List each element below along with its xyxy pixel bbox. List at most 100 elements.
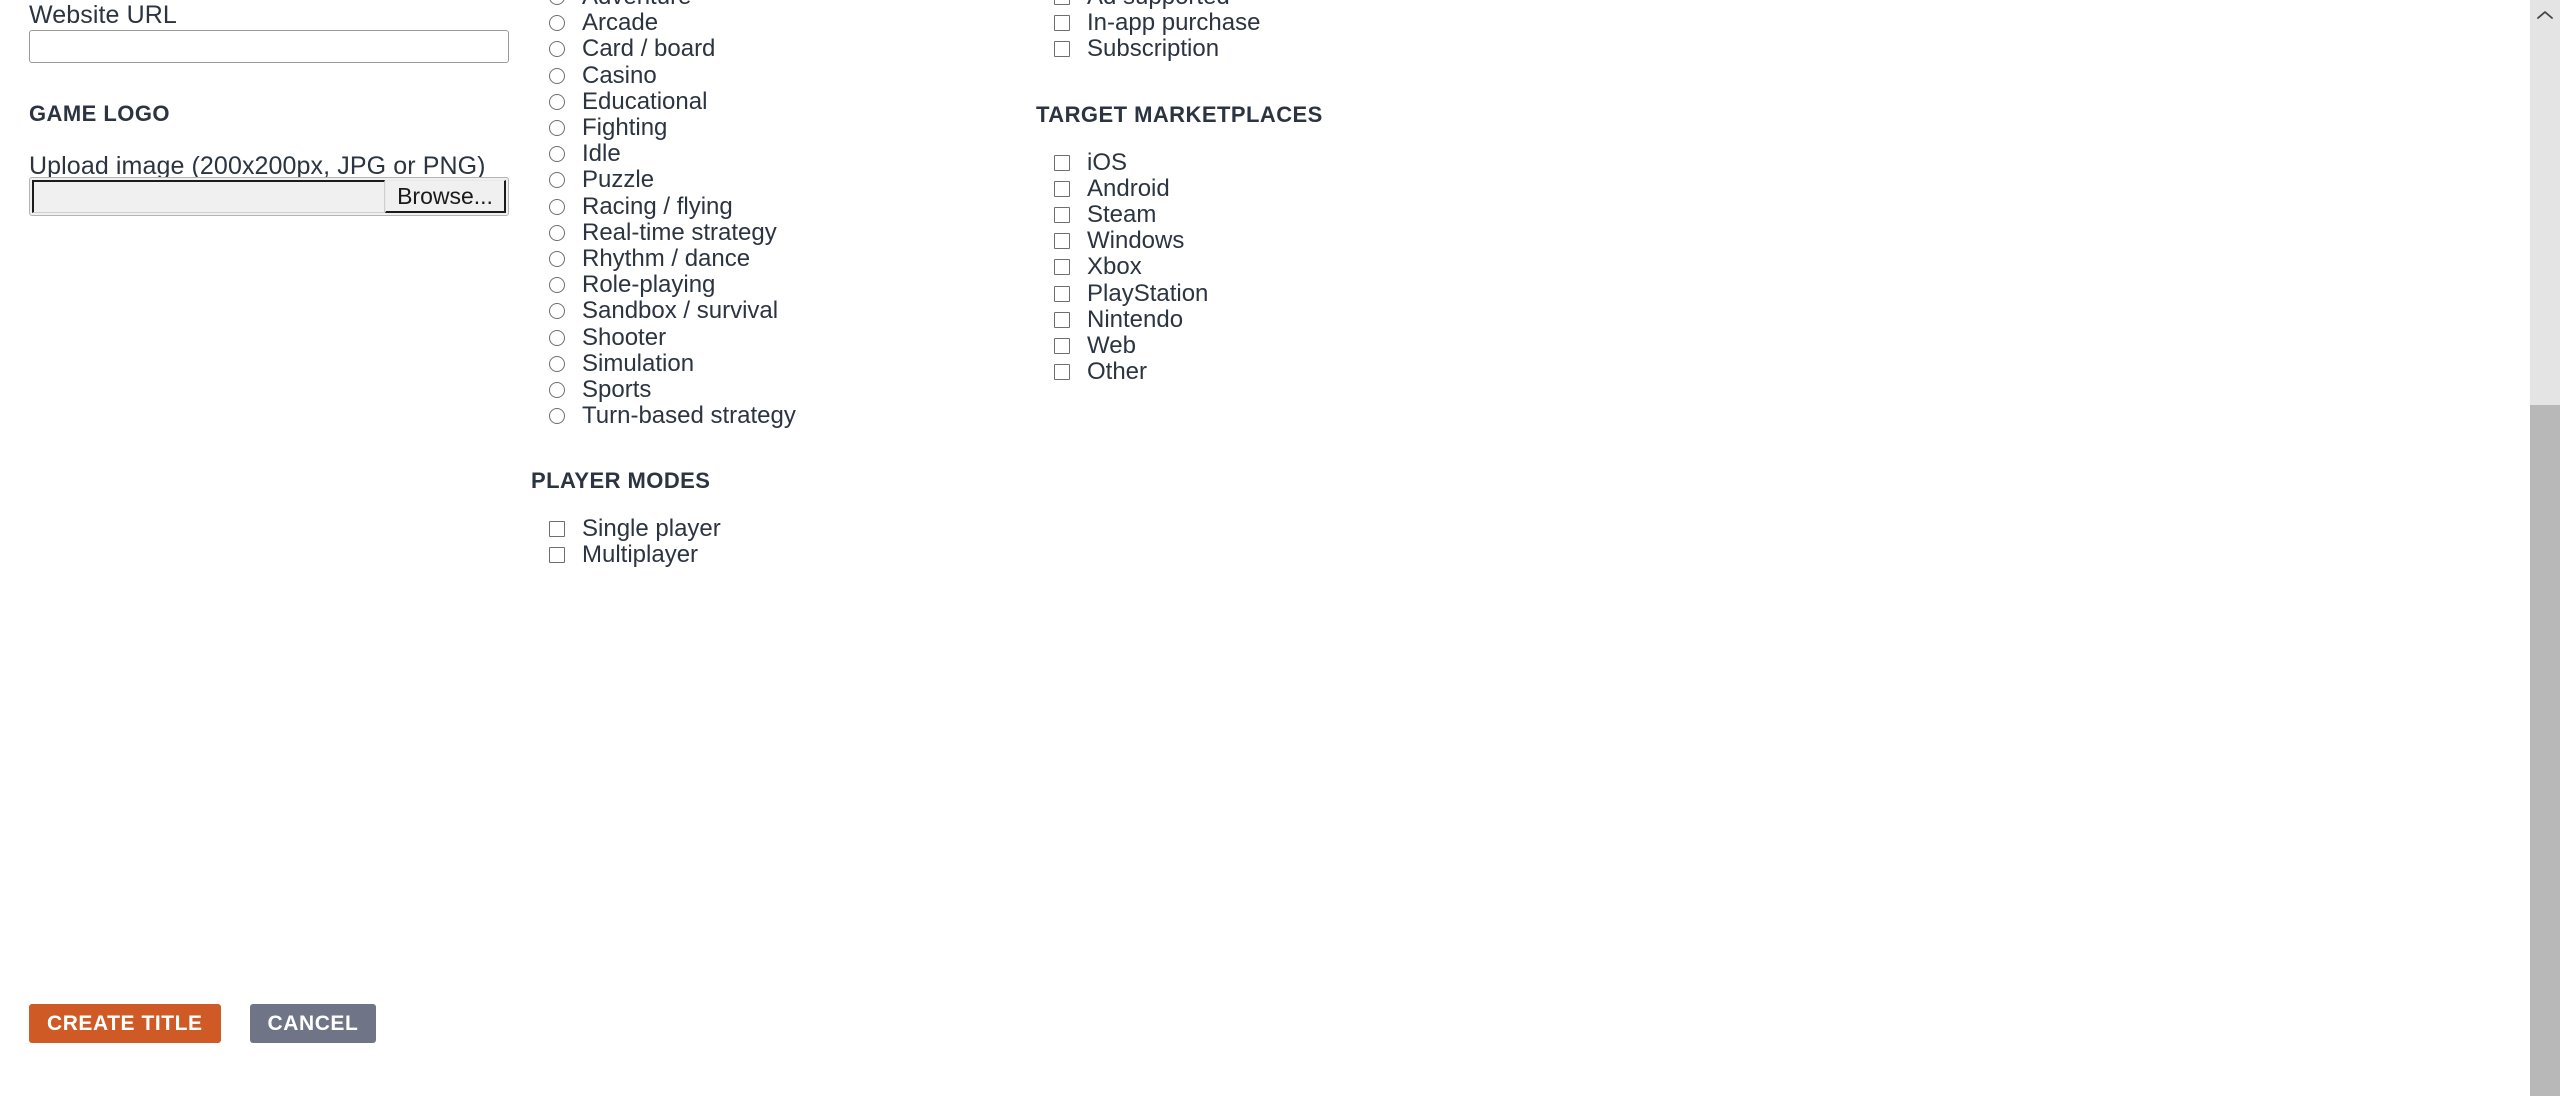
checkbox-icon[interactable] [1054, 180, 1070, 197]
checkbox-icon[interactable] [1054, 311, 1070, 328]
checkbox-icon[interactable] [1054, 0, 1070, 6]
marketplace-option-label: iOS [1087, 148, 1128, 176]
marketplace-option[interactable]: Steam [1036, 202, 1556, 228]
scrollbar-thumb[interactable] [2530, 405, 2560, 1096]
marketplace-option[interactable]: Xbox [1036, 254, 1556, 280]
radio-button-icon[interactable] [549, 172, 565, 189]
marketplace-option-label: PlayStation [1087, 279, 1209, 307]
monetization-option-label: In-app purchase [1087, 9, 1261, 37]
radio-button-icon[interactable] [549, 329, 565, 346]
player-mode-option-label: Single player [582, 515, 721, 543]
marketplace-option-label: Web [1087, 331, 1136, 359]
checkbox-icon[interactable] [1054, 207, 1070, 224]
genre-option-label: Shooter [582, 323, 667, 351]
marketplace-option-label: Android [1087, 174, 1170, 202]
checkbox-icon[interactable] [549, 521, 565, 538]
radio-button-icon[interactable] [549, 303, 565, 320]
monetization-option[interactable]: In-app purchase [1036, 10, 1556, 36]
radio-button-icon[interactable] [549, 67, 565, 84]
radio-button-icon[interactable] [549, 41, 565, 58]
genre-option[interactable]: Casino [531, 61, 1011, 89]
radio-button-icon[interactable] [549, 381, 565, 398]
cancel-button[interactable]: CANCEL [249, 1004, 377, 1043]
form-actions: CREATE TITLE CANCEL [29, 1004, 377, 1043]
genre-option[interactable]: Educational [531, 87, 1011, 115]
player-modes-heading: PLAYER MODES [531, 468, 711, 494]
scroll-up-arrow-button[interactable] [2530, 0, 2560, 30]
radio-button-icon[interactable] [549, 250, 565, 267]
logo-file-picker[interactable]: Browse... [29, 177, 509, 216]
player-mode-option-label: Multiplayer [582, 541, 699, 569]
genre-option[interactable]: Sports [531, 375, 1011, 403]
genre-option-label: Educational [582, 87, 708, 115]
genre-option[interactable]: Puzzle [531, 167, 1011, 193]
radio-button-icon[interactable] [549, 355, 565, 372]
player-mode-option[interactable]: Multiplayer [531, 542, 1011, 568]
checkbox-icon[interactable] [1054, 259, 1070, 276]
radio-button-icon[interactable] [549, 198, 565, 215]
browse-button[interactable]: Browse... [385, 180, 506, 213]
genre-option-label: Card / board [582, 35, 716, 63]
radio-button-icon[interactable] [549, 93, 565, 110]
marketplace-option[interactable]: Other [1036, 359, 1556, 385]
genre-option-label: Puzzle [582, 166, 655, 194]
right-column: Ad supportedIn-app purchaseSubscription … [1036, 0, 1556, 385]
genre-option-label: Sandbox / survival [582, 297, 779, 325]
radio-button-icon[interactable] [549, 120, 565, 137]
checkbox-icon[interactable] [1054, 285, 1070, 302]
checkbox-icon[interactable] [1054, 41, 1070, 58]
marketplace-option[interactable]: Web [1036, 331, 1556, 359]
monetization-option[interactable]: Subscription [1036, 36, 1556, 62]
genre-option-label: Rhythm / dance [582, 244, 751, 272]
marketplace-option-label: Nintendo [1087, 305, 1184, 333]
genre-option-label: Racing / flying [582, 192, 733, 220]
create-title-button[interactable]: CREATE TITLE [29, 1004, 221, 1043]
marketplace-option[interactable]: iOS [1036, 148, 1556, 176]
checkbox-icon[interactable] [1054, 15, 1070, 32]
checkbox-icon[interactable] [1054, 154, 1070, 171]
genre-option[interactable]: Fighting [531, 115, 1011, 141]
game-logo-heading: GAME LOGO [29, 101, 170, 126]
genre-option-label: Turn-based strategy [582, 402, 796, 430]
checkbox-icon[interactable] [1054, 233, 1070, 250]
radio-button-icon[interactable] [549, 224, 565, 241]
genre-option[interactable]: Idle [531, 141, 1011, 167]
marketplace-option[interactable]: Android [1036, 174, 1556, 202]
genre-option[interactable]: Rhythm / dance [531, 244, 1011, 272]
genre-option-label: Fighting [582, 114, 668, 142]
genre-option[interactable]: Simulation [531, 350, 1011, 377]
chevron-up-icon [2537, 10, 2553, 20]
genre-option[interactable]: Racing / flying [531, 192, 1011, 220]
genre-option-label: Casino [582, 61, 657, 89]
radio-button-icon[interactable] [549, 146, 565, 163]
genre-option[interactable]: Arcade [531, 10, 1011, 36]
genre-option[interactable]: Turn-based strategy [531, 403, 1011, 429]
player-mode-option[interactable]: Single player [531, 516, 1011, 542]
vertical-scrollbar[interactable] [2530, 0, 2560, 1096]
marketplace-option[interactable]: PlayStation [1036, 279, 1556, 307]
genre-option[interactable]: Shooter [531, 324, 1011, 350]
target-marketplaces-heading: TARGET MARKETPLACES [1036, 101, 1323, 127]
checkbox-icon[interactable] [549, 547, 565, 564]
marketplace-option[interactable]: Nintendo [1036, 305, 1556, 333]
radio-button-icon[interactable] [549, 408, 565, 425]
website-url-input[interactable] [29, 30, 509, 63]
genre-option-label: Sports [582, 375, 652, 403]
genre-option[interactable]: Real-time strategy [531, 218, 1011, 246]
marketplace-option-label: Steam [1087, 201, 1157, 229]
radio-button-icon[interactable] [549, 0, 565, 6]
genre-option-label: Arcade [582, 9, 659, 37]
checkbox-icon[interactable] [1054, 364, 1070, 381]
radio-button-icon[interactable] [549, 277, 565, 294]
marketplace-option[interactable]: Windows [1036, 228, 1556, 254]
genre-option-label: Real-time strategy [582, 218, 777, 246]
genre-option[interactable]: Role-playing [531, 272, 1011, 298]
monetization-checkbox-group: Ad supportedIn-app purchaseSubscription [1036, 0, 1556, 63]
marketplace-option-label: Other [1087, 358, 1148, 386]
checkbox-icon[interactable] [1054, 337, 1070, 354]
genre-option[interactable]: Card / board [531, 36, 1011, 62]
genre-option-label: Idle [582, 140, 621, 168]
genre-option[interactable]: Sandbox / survival [531, 298, 1011, 324]
logo-file-path-input[interactable] [32, 180, 385, 213]
radio-button-icon[interactable] [549, 15, 565, 32]
